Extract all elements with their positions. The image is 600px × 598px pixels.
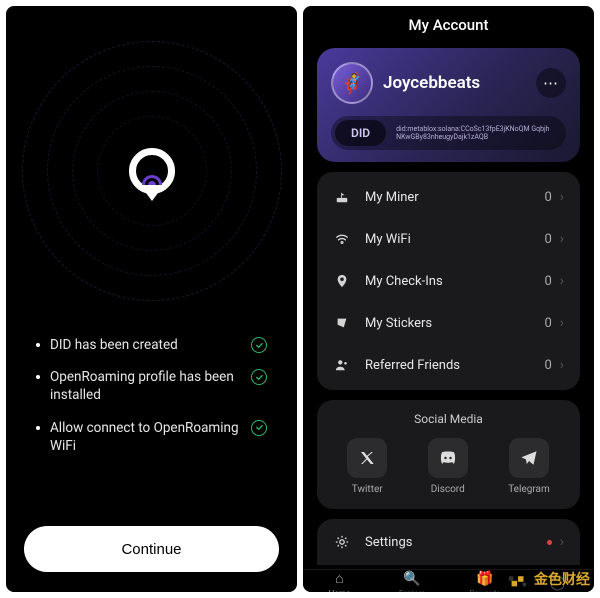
tab-explore[interactable]: 🔍 Explore <box>376 570 449 592</box>
checklist-item: DID has been created <box>36 336 267 354</box>
menu-label: My Check-Ins <box>365 274 544 289</box>
check-success-icon <box>251 420 267 436</box>
sticker-icon <box>333 316 351 330</box>
menu-count: 0 <box>544 190 551 205</box>
checklist-item: OpenRoaming profile has been installed <box>36 368 267 404</box>
continue-button[interactable]: Continue <box>24 526 279 572</box>
menu-my-stickers[interactable]: My Stickers 0 › <box>317 302 580 344</box>
tab-home[interactable]: ⌂ Home <box>303 570 376 592</box>
menu-label: Settings <box>365 535 547 550</box>
menu-count: 0 <box>544 316 551 331</box>
wifi-icon <box>333 232 351 246</box>
social-telegram[interactable]: Telegram <box>508 438 550 495</box>
checklist-item: Allow connect to OpenRoaming WiFi <box>36 419 267 455</box>
tab-label: Explore <box>399 589 425 593</box>
onboarding-checklist: DID has been created OpenRoaming profile… <box>6 336 297 455</box>
menu-my-checkins[interactable]: My Check-Ins 0 › <box>317 260 580 302</box>
menu-label: Referred Friends <box>365 358 544 373</box>
account-screen: My Account 🦸 Joycebbeats ⋯ DID did:metab… <box>303 6 594 592</box>
menu-count: 0 <box>544 232 551 247</box>
did-label: DID <box>335 120 386 146</box>
home-icon: ⌂ <box>335 570 343 587</box>
profile-card: 🦸 Joycebbeats ⋯ DID did:metablox:solana:… <box>317 48 580 162</box>
menu-referred-friends[interactable]: Referred Friends 0 › <box>317 344 580 386</box>
social-discord[interactable]: Discord <box>428 438 468 495</box>
watermark-icon <box>507 568 529 590</box>
social-label: Telegram <box>508 484 550 495</box>
telegram-icon <box>509 438 549 478</box>
social-title: Social Media <box>327 412 570 426</box>
menu-my-wifi[interactable]: My WiFi 0 › <box>317 218 580 260</box>
did-value: did:metablox:solana:CCoSc13fpE3jKNoQM Gq… <box>386 125 562 142</box>
page-title: My Account <box>303 6 594 42</box>
onboarding-screen: DID has been created OpenRoaming profile… <box>6 6 297 592</box>
checklist-text: OpenRoaming profile has been installed <box>50 368 241 404</box>
gear-icon <box>333 535 351 549</box>
social-label: Discord <box>431 484 465 495</box>
social-label: Twitter <box>352 484 383 495</box>
menu-label: My Miner <box>365 190 544 205</box>
miner-icon <box>333 190 351 204</box>
check-success-icon <box>251 369 267 385</box>
account-menu: My Miner 0 › My WiFi 0 › My Check-Ins 0 … <box>317 172 580 390</box>
friends-icon <box>333 358 351 372</box>
social-media-card: Social Media Twitter Discord Telegram <box>317 400 580 509</box>
settings-card: Settings › <box>317 519 580 565</box>
social-twitter[interactable]: Twitter <box>347 438 387 495</box>
checklist-text: DID has been created <box>50 336 241 354</box>
menu-label: My WiFi <box>365 232 544 247</box>
tab-label: Home <box>329 589 351 592</box>
bullet-icon <box>36 426 40 430</box>
menu-my-miner[interactable]: My Miner 0 › <box>317 176 580 218</box>
chevron-right-icon: › <box>560 231 564 247</box>
menu-settings[interactable]: Settings › <box>317 521 580 563</box>
bullet-icon <box>36 375 40 379</box>
watermark-text: 金色财经 <box>534 569 590 589</box>
chevron-right-icon: › <box>560 357 564 373</box>
more-button[interactable]: ⋯ <box>536 68 566 98</box>
notification-dot-icon <box>547 540 552 545</box>
check-success-icon <box>251 337 267 353</box>
watermark: 金色财经 <box>507 568 590 590</box>
chevron-right-icon: › <box>560 534 564 550</box>
chevron-right-icon: › <box>560 315 564 331</box>
app-logo-icon <box>129 148 175 194</box>
search-icon: 🔍 <box>403 571 420 587</box>
menu-label: My Stickers <box>365 316 544 331</box>
pin-icon <box>333 274 351 288</box>
checklist-text: Allow connect to OpenRoaming WiFi <box>50 419 241 455</box>
avatar[interactable]: 🦸 <box>331 62 373 104</box>
did-row[interactable]: DID did:metablox:solana:CCoSc13fpE3jKNoQ… <box>331 116 566 150</box>
username: Joycebbeats <box>383 73 480 93</box>
gift-icon: 🎁 <box>476 571 493 587</box>
menu-count: 0 <box>544 358 551 373</box>
tab-label: Rewards <box>469 589 500 593</box>
menu-count: 0 <box>544 274 551 289</box>
logo-area <box>6 6 297 336</box>
twitter-icon <box>347 438 387 478</box>
discord-icon <box>428 438 468 478</box>
chevron-right-icon: › <box>560 273 564 289</box>
chevron-right-icon: › <box>560 189 564 205</box>
bullet-icon <box>36 343 40 347</box>
